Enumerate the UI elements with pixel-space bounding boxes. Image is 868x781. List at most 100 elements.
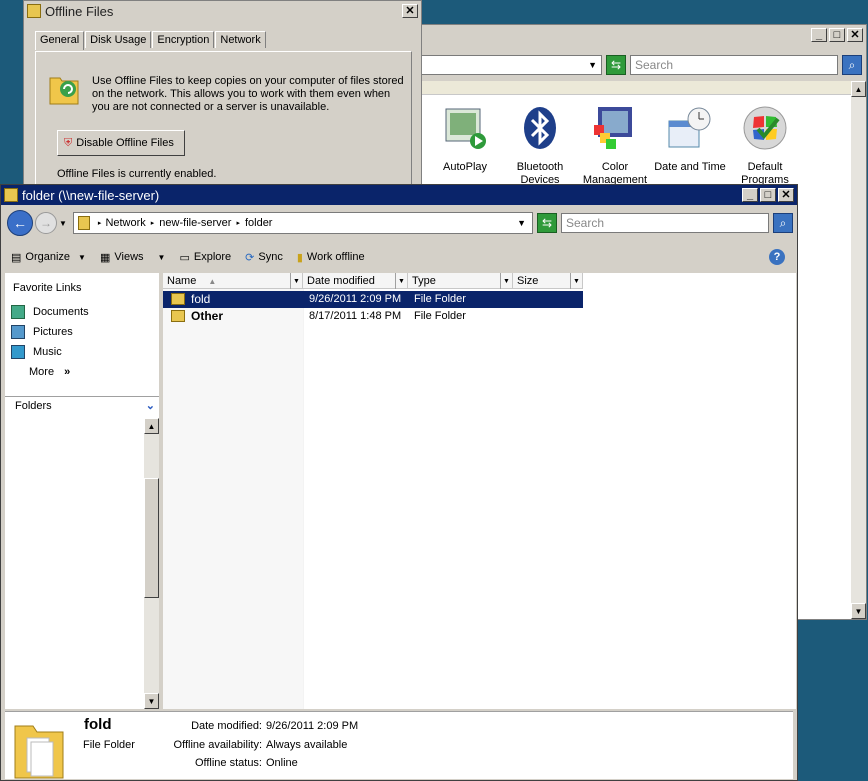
- cp-item-date-time[interactable]: Date and Time: [651, 105, 729, 174]
- file-date: 9/26/2011 2:09 PM: [309, 293, 402, 305]
- help-icon[interactable]: ?: [769, 249, 785, 265]
- cp-item-color-management[interactable]: Color Management: [576, 105, 654, 187]
- table-row[interactable]: fold 9/26/2011 2:09 PM File Folder: [163, 291, 583, 308]
- column-headers: Name ▲ ▼ Date modified ▼ Type ▼ Size ▼: [163, 273, 583, 289]
- more-link[interactable]: More »: [5, 362, 159, 382]
- file-name: fold: [191, 292, 211, 306]
- file-list: Name ▲ ▼ Date modified ▼ Type ▼ Size ▼ fold 9…: [163, 273, 796, 709]
- views-icon: ▦: [99, 251, 111, 264]
- search-icon[interactable]: ⌕: [842, 55, 862, 75]
- favorite-link-music[interactable]: Music: [5, 342, 159, 362]
- column-header-type[interactable]: Type ▼: [408, 273, 513, 289]
- folders-scrollbar[interactable]: ▲ ▼: [144, 418, 159, 709]
- details-availability-value: Always available: [266, 739, 348, 751]
- breadcrumb-folder[interactable]: folder: [245, 217, 273, 229]
- tab-general[interactable]: General: [35, 31, 85, 50]
- sync-button[interactable]: ⟳ Sync: [245, 251, 283, 264]
- offline-files-dialog: Offline Files ✕ General Disk Usage Encrypt…: [23, 0, 422, 187]
- forward-button[interactable]: →: [35, 212, 57, 234]
- folder-app-icon: [4, 188, 18, 202]
- explorer-search-input[interactable]: Search: [561, 213, 769, 233]
- description-text: Use Offline Files to keep copies on your…: [92, 75, 404, 113]
- network-folder-icon: [77, 216, 90, 230]
- work-offline-button[interactable]: ▮ Work offline: [297, 251, 365, 264]
- organize-button[interactable]: ▤ Organize ▼: [11, 251, 86, 264]
- cp-item-bluetooth[interactable]: Bluetooth Devices: [501, 105, 579, 187]
- views-button[interactable]: ▦ Views ▼: [100, 251, 165, 264]
- folder-icon: [171, 310, 185, 322]
- chevron-down-icon[interactable]: ⌄: [146, 399, 155, 412]
- scroll-down-button[interactable]: ▼: [144, 693, 159, 709]
- views-label: Views: [114, 251, 144, 263]
- chevron-down-icon[interactable]: ▼: [517, 218, 526, 228]
- history-dropdown-icon[interactable]: ▼: [59, 219, 67, 228]
- breadcrumb[interactable]: ▸ Network ▸ new-file-server ▸ folder ▼: [72, 212, 533, 234]
- favorite-link-pictures[interactable]: Pictures: [5, 322, 159, 342]
- tab-disk-usage[interactable]: Disk Usage: [85, 31, 152, 48]
- favorite-link-label: Pictures: [33, 326, 73, 338]
- status-text: Offline Files is currently enabled.: [57, 168, 217, 180]
- favorite-link-documents[interactable]: Documents: [5, 302, 159, 322]
- refresh-button[interactable]: ⇆: [537, 213, 557, 233]
- tab-panel-general: Use Offline Files to keep copies on your…: [35, 51, 412, 187]
- column-label: Type: [412, 275, 436, 287]
- table-row[interactable]: Other 8/17/2011 1:48 PM File Folder: [163, 308, 583, 325]
- sort-ascending-icon: ▲: [208, 276, 217, 286]
- disable-offline-files-button[interactable]: ⛨ Disable Offline Files: [57, 130, 185, 156]
- column-dropdown-icon[interactable]: ▼: [500, 273, 512, 289]
- maximize-button[interactable]: □: [829, 28, 845, 42]
- tab-network[interactable]: Network: [215, 31, 266, 48]
- breadcrumb-server[interactable]: new-file-server: [159, 217, 231, 229]
- cp-item-autoplay[interactable]: AutoPlay: [426, 105, 504, 174]
- control-panel-address-bar[interactable]: ▼: [416, 55, 602, 75]
- favorite-links-title: Favorite Links: [13, 282, 82, 294]
- column-label: Size: [517, 275, 539, 287]
- scroll-up-button[interactable]: ▲: [851, 81, 866, 97]
- go-button[interactable]: ⇆: [606, 55, 626, 75]
- column-header-name[interactable]: Name ▲ ▼: [163, 273, 303, 289]
- breadcrumb-network[interactable]: Network: [105, 217, 145, 229]
- cp-item-default-programs[interactable]: Default Programs: [726, 105, 804, 187]
- column-dropdown-icon[interactable]: ▼: [290, 273, 302, 289]
- column-dropdown-icon[interactable]: ▼: [570, 273, 582, 289]
- bluetooth-icon: [524, 107, 556, 149]
- dialog-title: Offline Files: [45, 3, 114, 19]
- details-status-label: Offline status:: [194, 757, 262, 769]
- file-type: File Folder: [414, 293, 466, 305]
- vertical-scrollbar[interactable]: ▲ ▼: [851, 81, 866, 619]
- scroll-thumb[interactable]: [144, 478, 159, 598]
- autoplay-icon: [445, 108, 486, 149]
- file-date: 8/17/2011 1:48 PM: [309, 310, 402, 322]
- minimize-button[interactable]: _: [811, 28, 827, 42]
- column-header-size[interactable]: Size ▼: [513, 273, 583, 289]
- control-panel-search-input[interactable]: Search: [630, 55, 838, 75]
- column-dropdown-icon[interactable]: ▼: [395, 273, 407, 289]
- column-header-date[interactable]: Date modified ▼: [303, 273, 408, 289]
- details-status-value: Online: [266, 757, 298, 769]
- offline-files-folder-icon: [49, 77, 79, 105]
- close-button[interactable]: ✕: [778, 188, 794, 202]
- organize-label: Organize: [25, 251, 71, 263]
- explore-label: Explore: [193, 251, 232, 263]
- back-button[interactable]: ←: [7, 210, 33, 236]
- command-bar: ▤ Organize ▼ ▦ Views ▼ ▭ Explore ⟳ Sync ▮ Work …: [5, 245, 793, 269]
- shield-icon: ⛨: [64, 136, 73, 149]
- tab-encryption[interactable]: Encryption: [152, 31, 215, 48]
- scroll-up-button[interactable]: ▲: [144, 418, 159, 434]
- folders-label: Folders: [15, 399, 52, 412]
- chevron-down-icon[interactable]: ▼: [588, 60, 597, 70]
- maximize-button[interactable]: □: [760, 188, 776, 202]
- close-button[interactable]: ✕: [402, 4, 418, 18]
- window-title: folder (\\new-file-server): [22, 187, 160, 203]
- explore-button[interactable]: ▭ Explore: [179, 251, 231, 264]
- control-panel-titlebar: _ □ ✕: [416, 25, 866, 45]
- music-icon: [11, 345, 25, 359]
- search-icon[interactable]: ⌕: [773, 213, 793, 233]
- explorer-titlebar: folder (\\new-file-server) _ □ ✕: [1, 185, 797, 205]
- close-button[interactable]: ✕: [847, 28, 863, 42]
- scroll-down-button[interactable]: ▼: [851, 603, 866, 619]
- sync-label: Sync: [258, 251, 283, 263]
- folders-header[interactable]: Folders ⌄: [5, 396, 159, 414]
- color-management-icon: [594, 107, 632, 149]
- minimize-button[interactable]: _: [742, 188, 758, 202]
